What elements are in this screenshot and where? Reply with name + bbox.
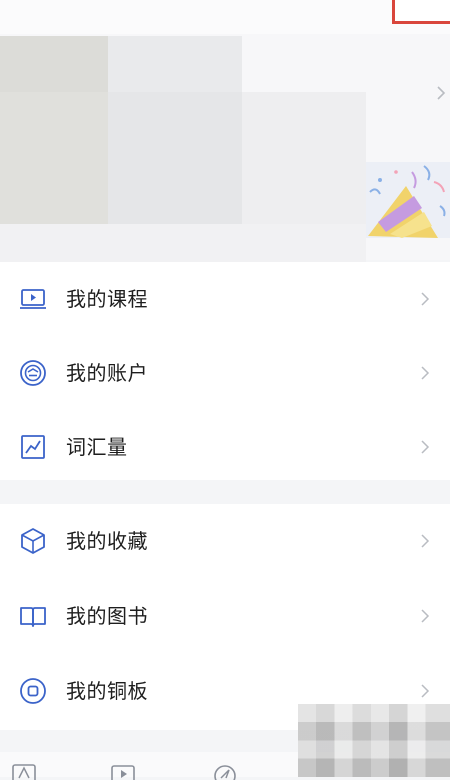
profile-chevron-right-icon[interactable]	[434, 82, 448, 104]
chevron-right-icon	[421, 366, 430, 380]
menu-item-vocabulary[interactable]: 词汇量	[0, 410, 450, 484]
play-icon[interactable]	[110, 764, 136, 780]
coins-icon	[20, 678, 46, 704]
chevron-right-icon	[421, 440, 430, 454]
blurred-content	[108, 92, 242, 224]
chevron-right-icon	[421, 609, 430, 623]
party-popper-banner[interactable]	[366, 162, 450, 238]
menu-item-label: 我的图书	[66, 604, 148, 628]
blurred-content	[0, 92, 108, 224]
menu-item-my-courses[interactable]: 我的课程	[0, 262, 450, 336]
menu-item-my-books[interactable]: 我的图书	[0, 579, 450, 653]
party-popper-icon	[368, 165, 446, 238]
book-icon	[20, 607, 46, 627]
menu-item-label: 我的账户	[66, 361, 148, 385]
menu-item-my-account[interactable]: 我的账户	[0, 336, 450, 410]
menu-card-secondary: 我的收藏 我的图书 我的铜板	[0, 504, 450, 730]
compass-icon[interactable]	[212, 764, 238, 780]
blurred-content	[242, 92, 366, 224]
favorites-icon	[21, 528, 45, 554]
blurred-username	[108, 36, 242, 92]
menu-card-primary: 我的课程 我的账户 词汇量	[0, 262, 450, 480]
blurred-avatar	[0, 36, 108, 92]
course-icon	[20, 289, 46, 309]
menu-item-label: 我的课程	[66, 287, 148, 311]
pixelated-overlay	[298, 704, 450, 777]
account-icon	[20, 360, 46, 386]
menu-item-my-favorites[interactable]: 我的收藏	[0, 504, 450, 578]
text-icon[interactable]	[12, 764, 38, 780]
menu-item-label: 词汇量	[66, 435, 128, 459]
blurred-content	[0, 224, 366, 262]
chevron-right-icon	[421, 292, 430, 306]
status-strip	[0, 0, 450, 34]
chevron-right-icon	[421, 534, 430, 548]
menu-item-label: 我的铜板	[66, 679, 148, 703]
highlight-box[interactable]	[392, 0, 450, 24]
chevron-right-icon	[421, 684, 430, 698]
vocabulary-icon	[21, 435, 45, 459]
menu-item-label: 我的收藏	[66, 529, 148, 553]
